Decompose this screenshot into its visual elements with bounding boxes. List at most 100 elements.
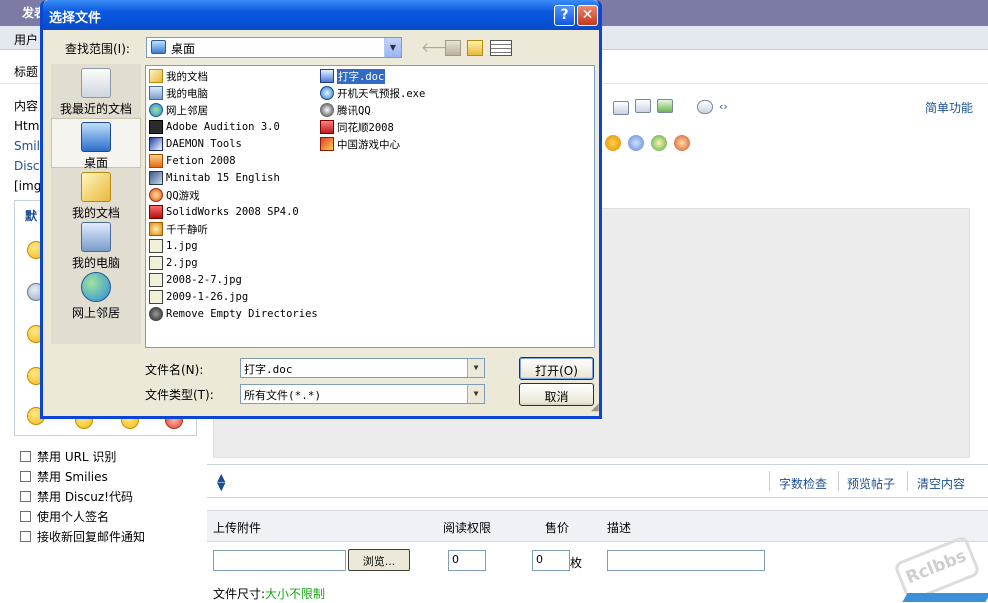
decorative-stripe xyxy=(902,593,988,602)
file-name: Adobe Audition 3.0 xyxy=(166,121,280,133)
file-name: Remove Empty Directories xyxy=(166,308,318,320)
list-item[interactable]: 2009-1-26.jpg xyxy=(149,289,248,305)
jpg-file-icon xyxy=(149,290,163,304)
back-arrow-icon[interactable]: 🡐 xyxy=(421,40,459,56)
help-button[interactable]: ? xyxy=(554,5,575,26)
list-item[interactable]: Adobe Audition 3.0 xyxy=(149,119,280,135)
list-item[interactable]: QQ游戏 xyxy=(149,187,200,203)
list-item[interactable]: Minitab 15 English xyxy=(149,170,280,186)
code-icon[interactable]: ‹› xyxy=(719,100,728,113)
list-item[interactable]: 1.jpg xyxy=(149,238,198,254)
option-disable-url[interactable]: 禁用 URL 识别 xyxy=(20,446,205,466)
title-label: 标题 xyxy=(14,65,39,79)
file-name-label: 文件名(N): xyxy=(145,363,204,377)
place-my-computer[interactable]: 我的电脑 xyxy=(51,222,141,271)
list-item[interactable]: 我的电脑 xyxy=(149,85,208,101)
read-permission-header: 阅读权限 xyxy=(443,521,492,535)
file-name: Fetion 2008 xyxy=(166,155,236,167)
new-folder-icon[interactable] xyxy=(467,40,483,56)
up-folder-icon[interactable] xyxy=(445,40,461,56)
list-item[interactable]: SolidWorks 2008 SP4.0 xyxy=(149,204,299,220)
image-icon[interactable] xyxy=(635,99,651,113)
link-icon[interactable] xyxy=(613,101,629,115)
file-name: 同花顺2008 xyxy=(337,121,394,134)
clear-button[interactable]: 清空内容 xyxy=(917,475,965,492)
list-item[interactable]: 同花顺2008 xyxy=(320,119,394,135)
list-item[interactable]: 千千静听 xyxy=(149,221,208,237)
list-item[interactable]: 网上邻居 xyxy=(149,102,208,118)
resize-grip-icon[interactable]: ◢ xyxy=(591,402,599,413)
list-item[interactable]: 腾讯QQ xyxy=(320,102,371,118)
word-count-button[interactable]: 字数检查 xyxy=(779,475,827,492)
close-button[interactable]: ✕ xyxy=(577,5,598,26)
checkbox[interactable] xyxy=(20,530,31,542)
list-item[interactable]: DAEMON Tools xyxy=(149,136,242,152)
read-permission-input[interactable]: 0 xyxy=(448,550,486,571)
file-name: 2008-2-7.jpg xyxy=(166,274,242,286)
checkbox[interactable] xyxy=(20,510,31,522)
file-name: 2.jpg xyxy=(166,257,198,269)
upload-attachment-header: 上传附件 xyxy=(213,521,262,535)
option-email-notify[interactable]: 接收新回复邮件通知 xyxy=(20,526,205,546)
file-type-select[interactable]: 所有文件(*.*) ▼ xyxy=(240,384,485,404)
doc-file-icon xyxy=(320,69,334,83)
file-type-label: 文件类型(T): xyxy=(145,388,214,402)
simple-mode-link[interactable]: 简单功能 xyxy=(925,99,973,116)
desktop-icon xyxy=(151,40,166,54)
media-icon[interactable] xyxy=(657,99,673,113)
flash-icon[interactable] xyxy=(674,135,690,151)
option-label: 使用个人签名 xyxy=(37,509,110,524)
option-label: 禁用 URL 识别 xyxy=(37,449,117,464)
place-label: 我最近的文档 xyxy=(59,102,132,116)
place-my-documents[interactable]: 我的文档 xyxy=(51,172,141,221)
quote-icon[interactable] xyxy=(697,100,713,114)
chevron-down-icon[interactable]: ▼ xyxy=(467,359,484,377)
file-name: 2009-1-26.jpg xyxy=(166,291,249,303)
resize-icon[interactable]: ▲ ▼ xyxy=(217,472,225,492)
computer-icon xyxy=(149,86,163,100)
list-item[interactable]: 2008-2-7.jpg xyxy=(149,272,242,288)
place-network[interactable]: 网上邻居 xyxy=(51,272,141,321)
browse-button[interactable]: 浏览... xyxy=(348,549,410,571)
preview-button[interactable]: 预览帖子 xyxy=(847,475,895,492)
place-recent[interactable]: 我最近的文档 xyxy=(51,68,141,117)
file-name-field[interactable]: 打字.doc ▼ xyxy=(240,358,485,378)
look-in-dropdown[interactable]: 桌面 ▼ xyxy=(146,37,402,58)
checkbox[interactable] xyxy=(20,490,31,502)
price-header: 售价 xyxy=(545,521,570,535)
checkbox[interactable] xyxy=(20,450,31,462)
list-item-selected[interactable]: 打字.doc xyxy=(320,68,386,84)
rm-icon[interactable] xyxy=(628,135,644,151)
attachment-path-input[interactable] xyxy=(213,550,346,571)
list-item[interactable]: 开机天气预报.exe xyxy=(320,85,425,101)
option-disable-discuz[interactable]: 禁用 Discuz!代码 xyxy=(20,486,205,506)
list-item[interactable]: 我的文档 xyxy=(149,68,208,84)
upload-header: 上传附件 阅读权限 售价 描述 xyxy=(207,510,988,542)
view-menu-icon[interactable] xyxy=(490,40,512,56)
shortcut-icon xyxy=(149,307,163,321)
list-item[interactable]: Remove Empty Directories xyxy=(149,306,318,322)
cancel-button[interactable]: 取消 xyxy=(519,383,594,406)
list-item[interactable]: 中国游戏中心 xyxy=(320,136,400,152)
list-item[interactable]: 2.jpg xyxy=(149,255,198,271)
list-item[interactable]: Fetion 2008 xyxy=(149,153,236,169)
chevron-down-icon[interactable]: ▼ xyxy=(384,38,401,57)
price-input[interactable]: 0 xyxy=(532,550,570,571)
place-desktop[interactable]: 桌面 xyxy=(51,118,141,170)
media-player-icon[interactable] xyxy=(651,135,667,151)
description-input[interactable] xyxy=(607,550,765,571)
chevron-down-icon[interactable]: ▼ xyxy=(467,385,484,403)
file-name: 开机天气预报.exe xyxy=(337,87,426,100)
desktop-icon xyxy=(81,122,111,152)
option-signature[interactable]: 使用个人签名 xyxy=(20,506,205,526)
jpg-file-icon xyxy=(149,256,163,270)
dialog-title: 选择文件 xyxy=(49,11,102,26)
qq-icon xyxy=(320,103,334,117)
checkbox[interactable] xyxy=(20,470,31,482)
post-options: 禁用 URL 识别 禁用 Smilies 禁用 Discuz!代码 使用个人签名… xyxy=(20,446,205,546)
file-list[interactable]: 我的文档 我的电脑 网上邻居 Adobe Audition 3.0 DAEMON… xyxy=(145,65,595,348)
option-disable-smilies[interactable]: 禁用 Smilies xyxy=(20,466,205,486)
dialog-titlebar[interactable]: 选择文件 ? ✕ xyxy=(43,0,599,30)
qq-icon[interactable] xyxy=(605,135,621,151)
open-button[interactable]: 打开(O) xyxy=(519,357,594,380)
